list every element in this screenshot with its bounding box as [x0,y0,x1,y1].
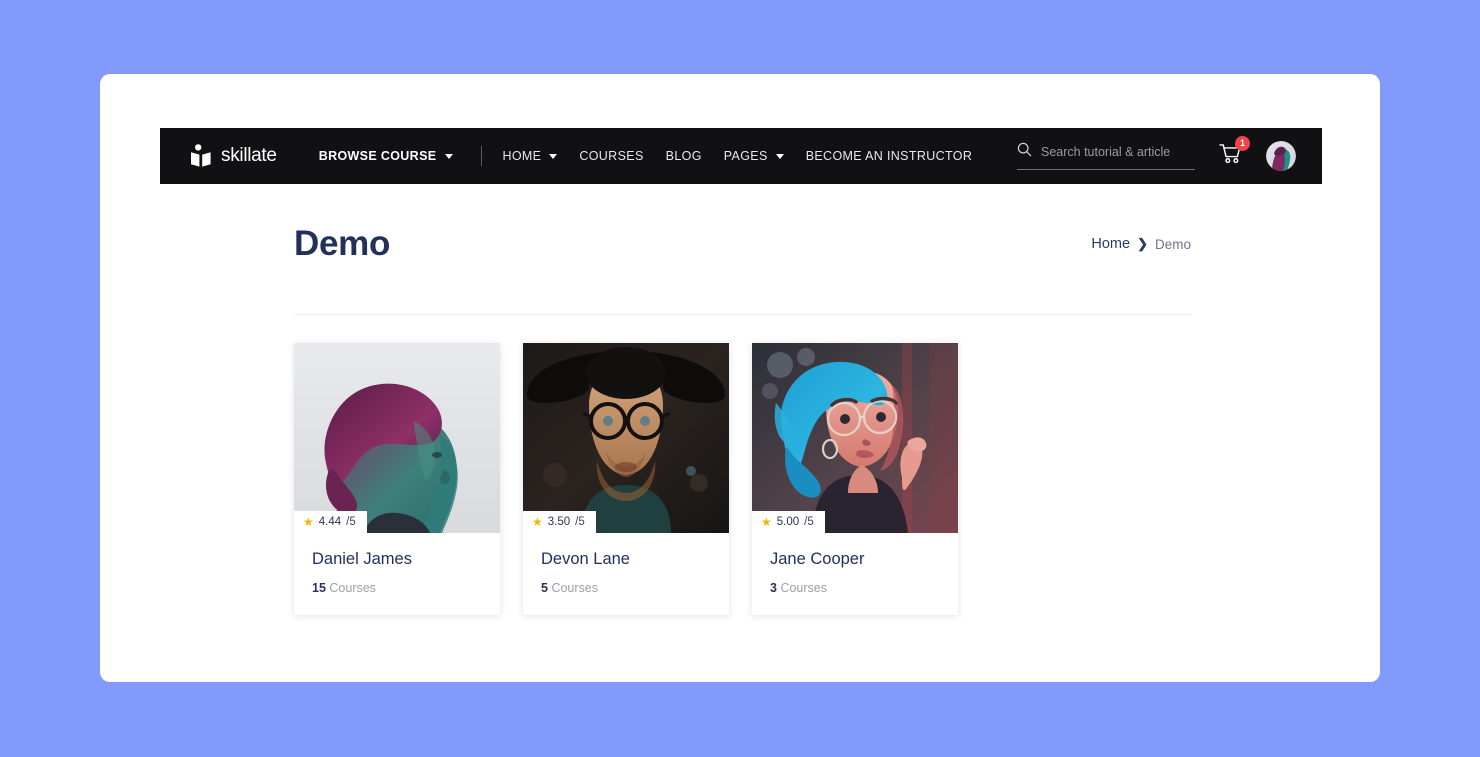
navbar-actions: 1 [1017,136,1296,171]
star-icon: ★ [761,515,772,529]
status-badge: ★ 4.44/5 [294,511,367,533]
main-navbar: skillate BROWSE COURSE HOME COURSES BLOG… [160,128,1322,184]
search-box[interactable] [1017,142,1195,170]
rating-max: /5 [575,516,585,528]
open-book-icon [190,144,212,168]
browse-course-menu[interactable]: BROWSE COURSE [319,149,454,163]
instructor-photo: ★ 5.00/5 [752,343,958,533]
chevron-down-icon [549,153,558,159]
chevron-down-icon [775,153,784,159]
nav-item-home-label: HOME [502,149,542,163]
nav-item-blog[interactable]: BLOG [666,149,702,163]
instructor-photo: ★ 3.50/5 [523,343,729,533]
nav-item-pages[interactable]: PAGES [724,149,784,163]
course-count-label: Courses [780,581,827,595]
cart-button[interactable]: 1 [1217,136,1250,171]
instructor-info: Daniel James 15 Courses [294,533,500,615]
instructor-info: Devon Lane 5 Courses [523,533,729,615]
nav-item-pages-label: PAGES [723,149,768,163]
rating-value: 4.44 [318,516,342,528]
course-count-label: Courses [551,581,598,595]
nav-item-become-an-instructor[interactable]: BECOME AN INSTRUCTOR [806,149,973,163]
course-count-value: 5 [541,581,548,595]
nav-links: HOME COURSES BLOG PAGES BECOME AN INSTRU… [502,149,972,163]
nav-item-home[interactable]: HOME [502,149,558,163]
course-count-label: Courses [329,581,376,595]
status-badge: ★ 3.50/5 [523,511,596,533]
header-divider [294,314,1191,315]
browse-course-label: BROWSE COURSE [318,149,437,163]
instructor-course-count: 5 Courses [541,581,711,595]
breadcrumb-home[interactable]: Home [1091,236,1130,252]
course-count-value: 15 [312,581,326,595]
status-badge: ★ 5.00/5 [752,511,825,533]
nav-item-become-an-instructor-label: BECOME AN INSTRUCTOR [805,149,973,163]
chevron-down-icon [445,153,454,159]
rating-value: 3.50 [547,516,571,528]
breadcrumb: Home ❯ Demo [1091,236,1191,252]
instructor-name: Jane Cooper [770,550,865,568]
page-card: skillate BROWSE COURSE HOME COURSES BLOG… [100,74,1380,682]
breadcrumb-current: Demo [1154,236,1191,252]
brand-name: skillate [221,145,277,166]
course-count-value: 3 [770,581,777,595]
instructor-course-count: 3 Courses [770,581,940,595]
instructor-photo: ★ 4.44/5 [294,343,500,533]
rating-value: 5.00 [776,516,800,528]
search-input[interactable] [1041,145,1195,159]
instructor-name: Daniel James [312,550,412,568]
page-title: Demo [294,224,391,263]
chevron-right-icon: ❯ [1137,236,1148,251]
instructor-course-count: 15 Courses [312,581,482,595]
instructor-card[interactable]: ★ 4.44/5 Daniel James 15 Courses [294,343,500,615]
instructor-info: Jane Cooper 3 Courses [752,533,958,615]
search-icon [1017,142,1032,162]
brand-logo[interactable]: skillate [190,144,277,168]
nav-divider [481,146,483,166]
nav-item-courses-label: COURSES [579,149,644,163]
instructor-card-list: ★ 4.44/5 Daniel James 15 Courses ★ 3.50 … [294,343,958,615]
star-icon: ★ [303,515,314,529]
avatar[interactable] [1266,141,1296,171]
page-header: Demo Home ❯ Demo [294,224,1191,264]
nav-item-courses[interactable]: COURSES [579,149,643,163]
shopping-cart-icon [1219,144,1242,168]
rating-max: /5 [804,516,814,528]
star-icon: ★ [532,515,543,529]
instructor-card[interactable]: ★ 3.50/5 Devon Lane 5 Courses [523,343,729,615]
rating-max: /5 [346,516,356,528]
instructor-card[interactable]: ★ 5.00/5 Jane Cooper 3 Courses [752,343,958,615]
nav-item-blog-label: BLOG [665,149,702,163]
cart-badge-count: 1 [1235,136,1250,151]
instructor-name: Devon Lane [541,550,630,568]
